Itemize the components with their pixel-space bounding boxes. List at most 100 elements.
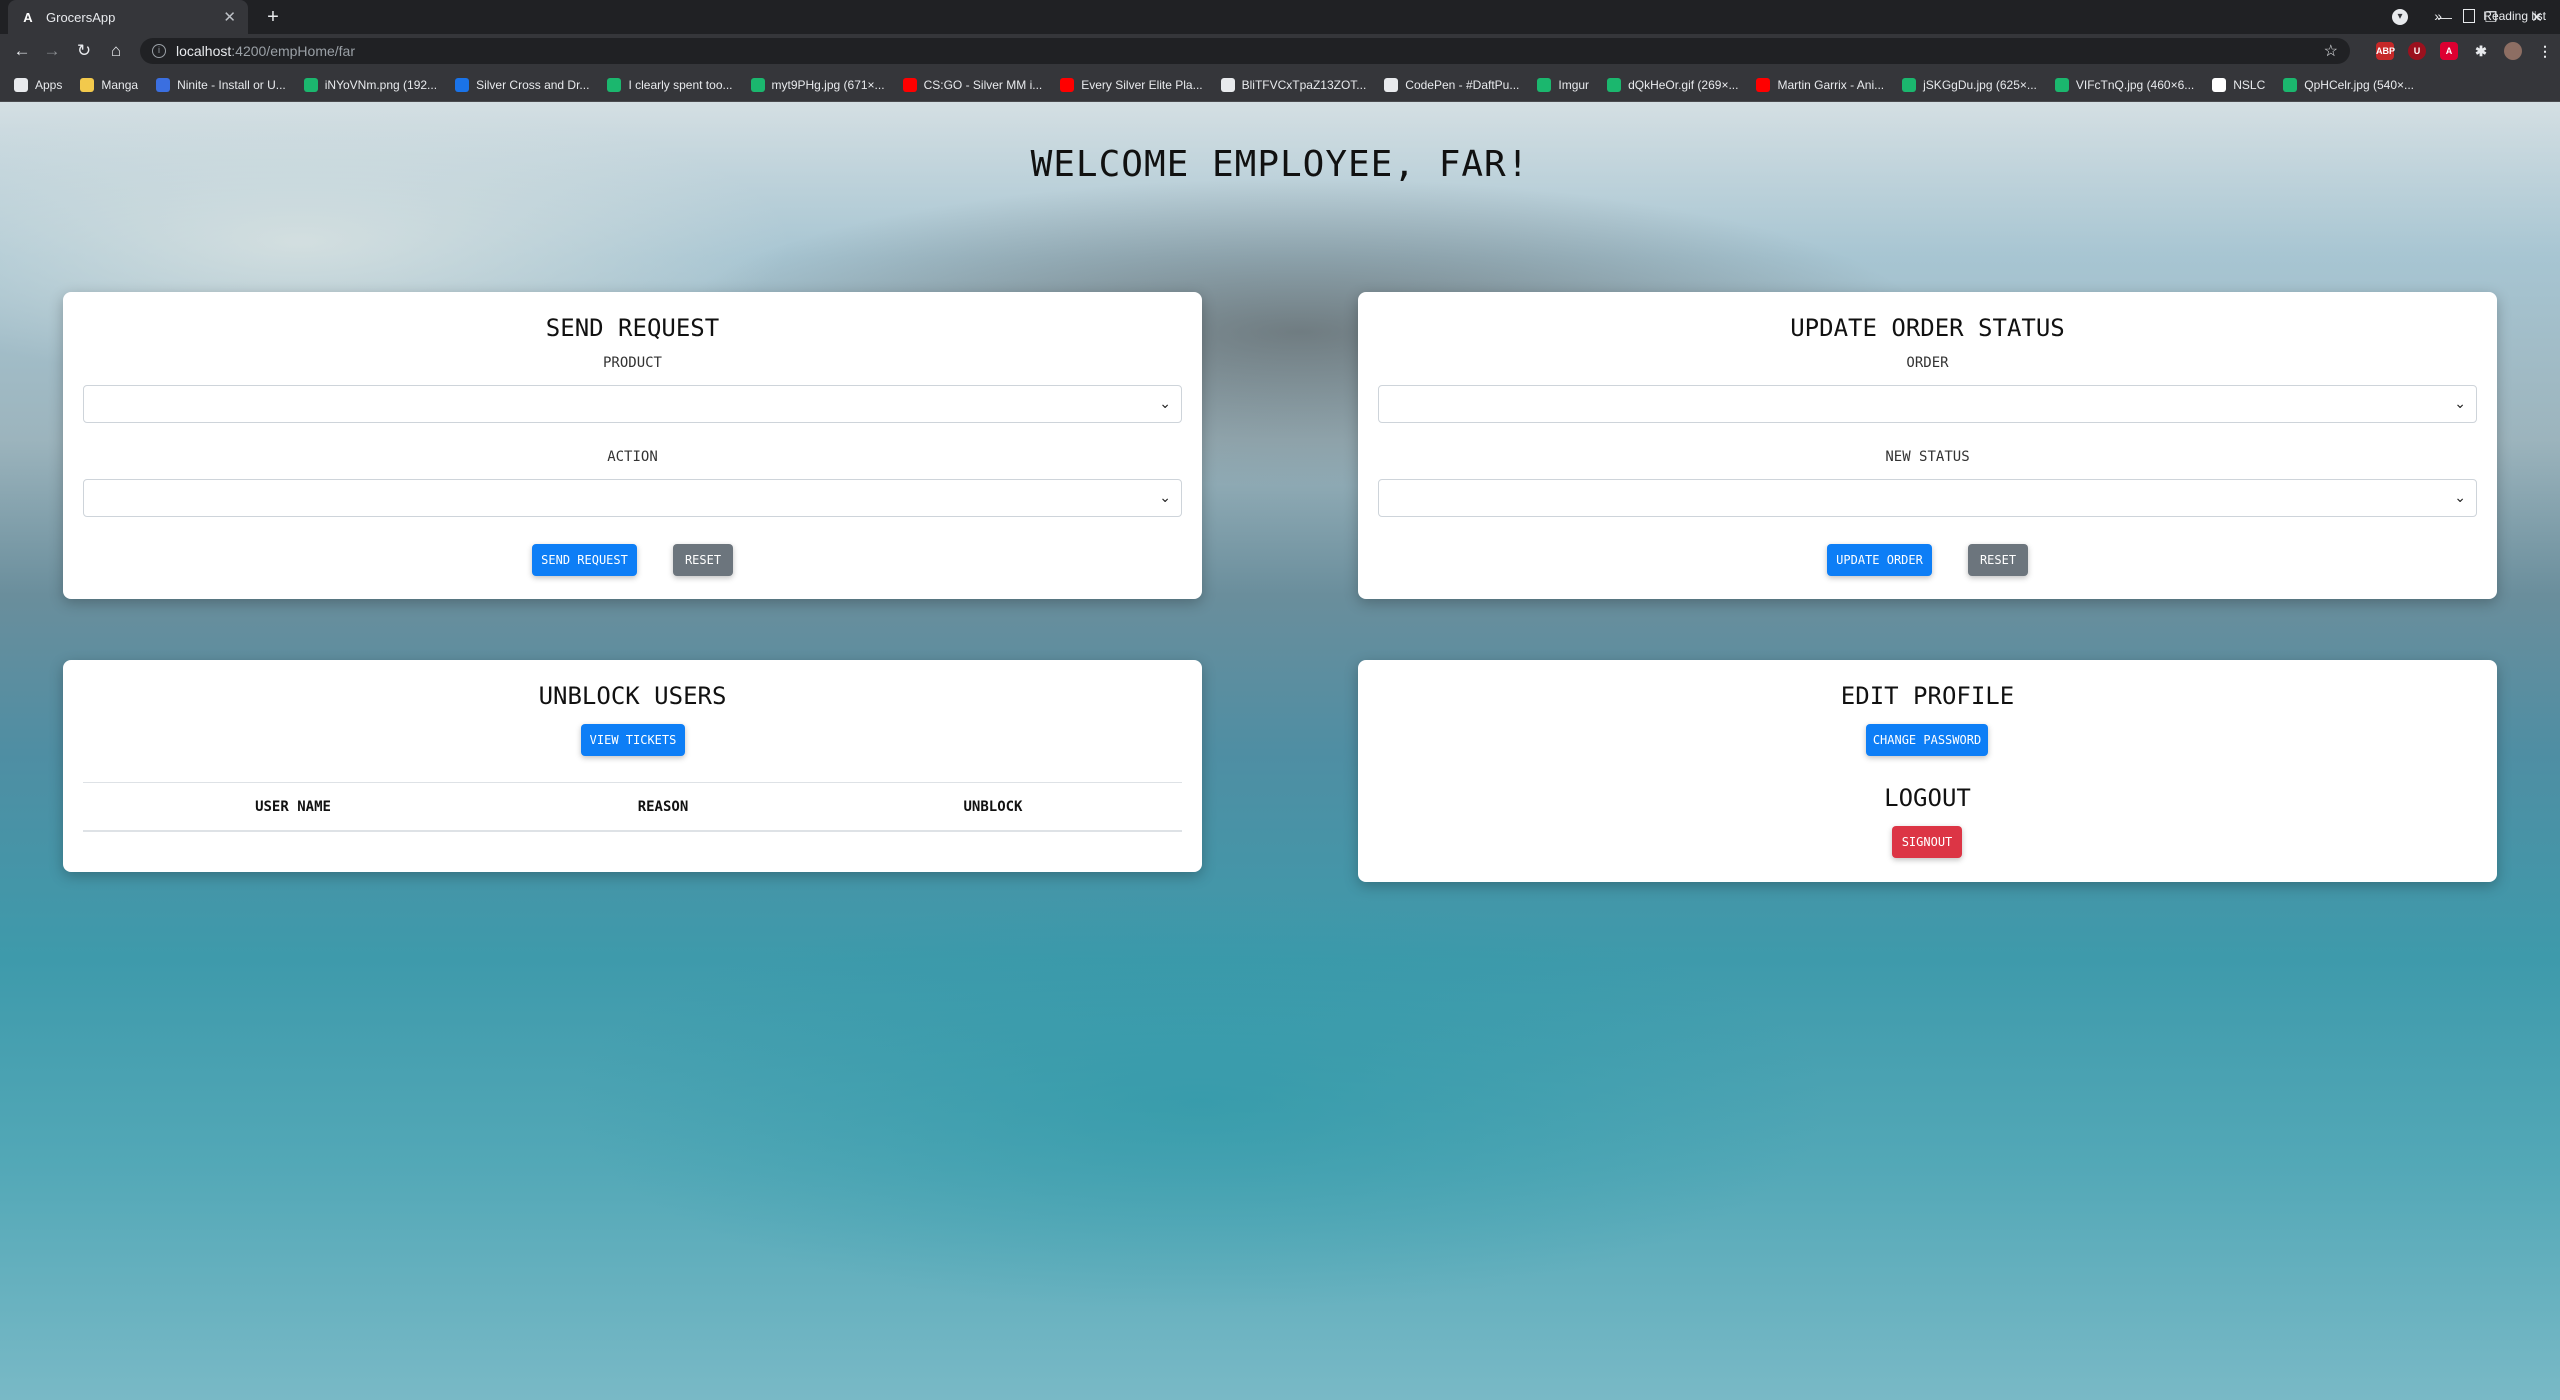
- bookmark-label: Martin Garrix - Ani...: [1777, 77, 1885, 92]
- forward-icon[interactable]: →: [40, 39, 64, 63]
- bookmark-item[interactable]: I clearly spent too...: [607, 77, 733, 92]
- bookmark-label: NSLC: [2233, 77, 2266, 92]
- action-select[interactable]: ⌄: [83, 479, 1182, 517]
- bookmark-label: Ninite - Install or U...: [177, 77, 286, 92]
- bookmark-item[interactable]: Manga: [80, 77, 139, 92]
- action-label: ACTION: [607, 449, 658, 465]
- bookmark-item[interactable]: VIFcTnQ.jpg (460×6...: [2054, 77, 2195, 92]
- bookmark-item[interactable]: Imgur: [1537, 77, 1590, 92]
- bookmark-favicon-icon: [1607, 77, 1622, 92]
- bookmark-item[interactable]: Apps: [14, 77, 62, 92]
- browser-toolbar: ← → ↻ ⌂ i localhost :4200/empHome/far ☆ …: [0, 34, 2560, 68]
- unblock-users-title: UNBLOCK USERS: [538, 682, 727, 710]
- chevron-down-icon: ⌄: [2454, 489, 2466, 505]
- edit-profile-card: EDIT PROFILE CHANGE PASSWORD LOGOUT SIGN…: [1358, 660, 2497, 882]
- bookmark-label: VIFcTnQ.jpg (460×6...: [2075, 77, 2195, 92]
- profile-menu-icon[interactable]: ▾: [2392, 9, 2408, 25]
- browser-tab[interactable]: A GrocersApp ✕: [8, 0, 248, 34]
- bookmark-favicon-icon: [455, 77, 470, 92]
- new-tab-button[interactable]: +: [262, 6, 284, 28]
- angular-devtools-icon[interactable]: A: [2440, 42, 2458, 60]
- url-path: :4200/empHome/far: [231, 43, 355, 59]
- reload-icon[interactable]: ↻: [72, 39, 96, 63]
- bookmark-label: Manga: [101, 77, 139, 92]
- extensions-area: ABP U A ✱ ⋮: [2376, 42, 2554, 60]
- avatar[interactable]: [2504, 42, 2522, 60]
- unblock-users-card: UNBLOCK USERS VIEW TICKETS USER NAME REA…: [63, 660, 1202, 872]
- bookmark-item[interactable]: iNYoVNm.png (192...: [303, 77, 438, 92]
- bookmark-favicon-icon: [1220, 77, 1235, 92]
- column-header-unblock: UNBLOCK: [963, 799, 1023, 815]
- bookmark-item[interactable]: BliTFVCxTpaZ13ZOT...: [1220, 77, 1366, 92]
- close-tab-icon[interactable]: ✕: [223, 8, 236, 26]
- menu-kebab-icon[interactable]: ⋮: [2536, 42, 2554, 60]
- update-order-card: UPDATE ORDER STATUS ORDER ⌄ NEW STATUS ⌄…: [1358, 292, 2497, 599]
- signout-button[interactable]: SIGNOUT: [1892, 826, 1962, 858]
- bookmark-label: Silver Cross and Dr...: [476, 77, 590, 92]
- ublock-icon[interactable]: U: [2408, 42, 2426, 60]
- send-request-button[interactable]: SEND REQUEST: [532, 544, 637, 576]
- bookmark-item[interactable]: jSKGgDu.jpg (625×...: [1902, 77, 2037, 92]
- bookmark-favicon-icon: [750, 77, 765, 92]
- bookmark-item[interactable]: Martin Garrix - Ani...: [1756, 77, 1885, 92]
- bookmark-item[interactable]: dQkHeOr.gif (269×...: [1607, 77, 1739, 92]
- bookmark-favicon-icon: [1384, 77, 1399, 92]
- browser-tab-bar: A GrocersApp ✕ + ▾ — ❐ ✕: [0, 0, 2560, 34]
- back-icon[interactable]: ←: [10, 39, 34, 63]
- bookmark-item[interactable]: myt9PHg.jpg (671×...: [750, 77, 885, 92]
- bookmark-favicon-icon: [1902, 77, 1917, 92]
- bookmark-item[interactable]: Every Silver Elite Pla...: [1060, 77, 1203, 92]
- bookmark-item[interactable]: QpHCelr.jpg (540×...: [2283, 77, 2414, 92]
- update-order-title: UPDATE ORDER STATUS: [1790, 314, 2065, 342]
- send-request-card: SEND REQUEST PRODUCT ⌄ ACTION ⌄ SEND REQ…: [63, 292, 1202, 599]
- bookmarks-bar: Apps Manga Ninite - Install or U... iNYoVNm…: [0, 68, 2560, 102]
- bookmark-label: dQkHeOr.gif (269×...: [1628, 77, 1739, 92]
- bookmark-item[interactable]: CodePen - #DaftPu...: [1384, 77, 1520, 92]
- bookmark-favicon-icon: [303, 77, 318, 92]
- bookmark-label: CodePen - #DaftPu...: [1405, 77, 1520, 92]
- home-icon[interactable]: ⌂: [104, 39, 128, 63]
- page-background: WELCOME EMPLOYEE, FAR! SEND REQUEST PROD…: [0, 102, 2560, 1400]
- reset-request-button[interactable]: RESET: [673, 544, 733, 576]
- extensions-puzzle-icon[interactable]: ✱: [2472, 42, 2490, 60]
- bookmark-favicon-icon: [2212, 77, 2227, 92]
- reset-order-button[interactable]: RESET: [1968, 544, 2028, 576]
- reading-list-label: Reading list: [2483, 9, 2546, 23]
- bookmark-star-icon[interactable]: ☆: [2324, 41, 2338, 61]
- bookmark-label: jSKGgDu.jpg (625×...: [1923, 77, 2037, 92]
- product-label: PRODUCT: [602, 355, 662, 371]
- new-status-select[interactable]: ⌄: [1378, 479, 2477, 517]
- view-tickets-button[interactable]: VIEW TICKETS: [581, 724, 685, 756]
- bookmark-label: I clearly spent too...: [628, 77, 733, 92]
- bookmark-item[interactable]: CS:GO - Silver MM i...: [902, 77, 1042, 92]
- chevron-down-icon: ⌄: [1159, 395, 1171, 411]
- bookmark-label: Imgur: [1558, 77, 1590, 92]
- reading-list-button[interactable]: Reading list: [2463, 9, 2546, 23]
- change-password-button[interactable]: CHANGE PASSWORD: [1866, 724, 1988, 756]
- bookmark-favicon-icon: [156, 77, 171, 92]
- bookmark-label: Every Silver Elite Pla...: [1081, 77, 1203, 92]
- more-bookmarks-icon[interactable]: »: [2434, 8, 2442, 24]
- bookmark-favicon-icon: [1756, 77, 1771, 92]
- bookmark-item[interactable]: Silver Cross and Dr...: [455, 77, 590, 92]
- bookmark-favicon-icon: [2054, 77, 2069, 92]
- site-info-icon[interactable]: i: [152, 44, 166, 58]
- apps-grid-icon: [14, 77, 28, 92]
- column-header-user-name: USER NAME: [255, 799, 331, 815]
- address-bar[interactable]: i localhost :4200/empHome/far ☆: [140, 38, 2350, 64]
- bookmark-favicon-icon: [607, 77, 622, 92]
- tab-title: GrocersApp: [46, 9, 116, 25]
- update-order-button[interactable]: UPDATE ORDER: [1827, 544, 1932, 576]
- logout-title: LOGOUT: [1884, 784, 1971, 812]
- product-select[interactable]: ⌄: [83, 385, 1182, 423]
- adblock-icon[interactable]: ABP: [2376, 42, 2395, 60]
- minimize-icon[interactable]: —: [2422, 9, 2468, 25]
- send-request-title: SEND REQUEST: [545, 314, 720, 342]
- bookmark-favicon-icon: [902, 77, 917, 92]
- bookmark-label: iNYoVNm.png (192...: [324, 77, 438, 92]
- bookmark-item[interactable]: Ninite - Install or U...: [156, 77, 286, 92]
- bookmark-item[interactable]: NSLC: [2212, 77, 2266, 92]
- order-select[interactable]: ⌄: [1378, 385, 2477, 423]
- bookmark-favicon-icon: [1537, 77, 1552, 92]
- column-header-reason: REASON: [637, 799, 689, 815]
